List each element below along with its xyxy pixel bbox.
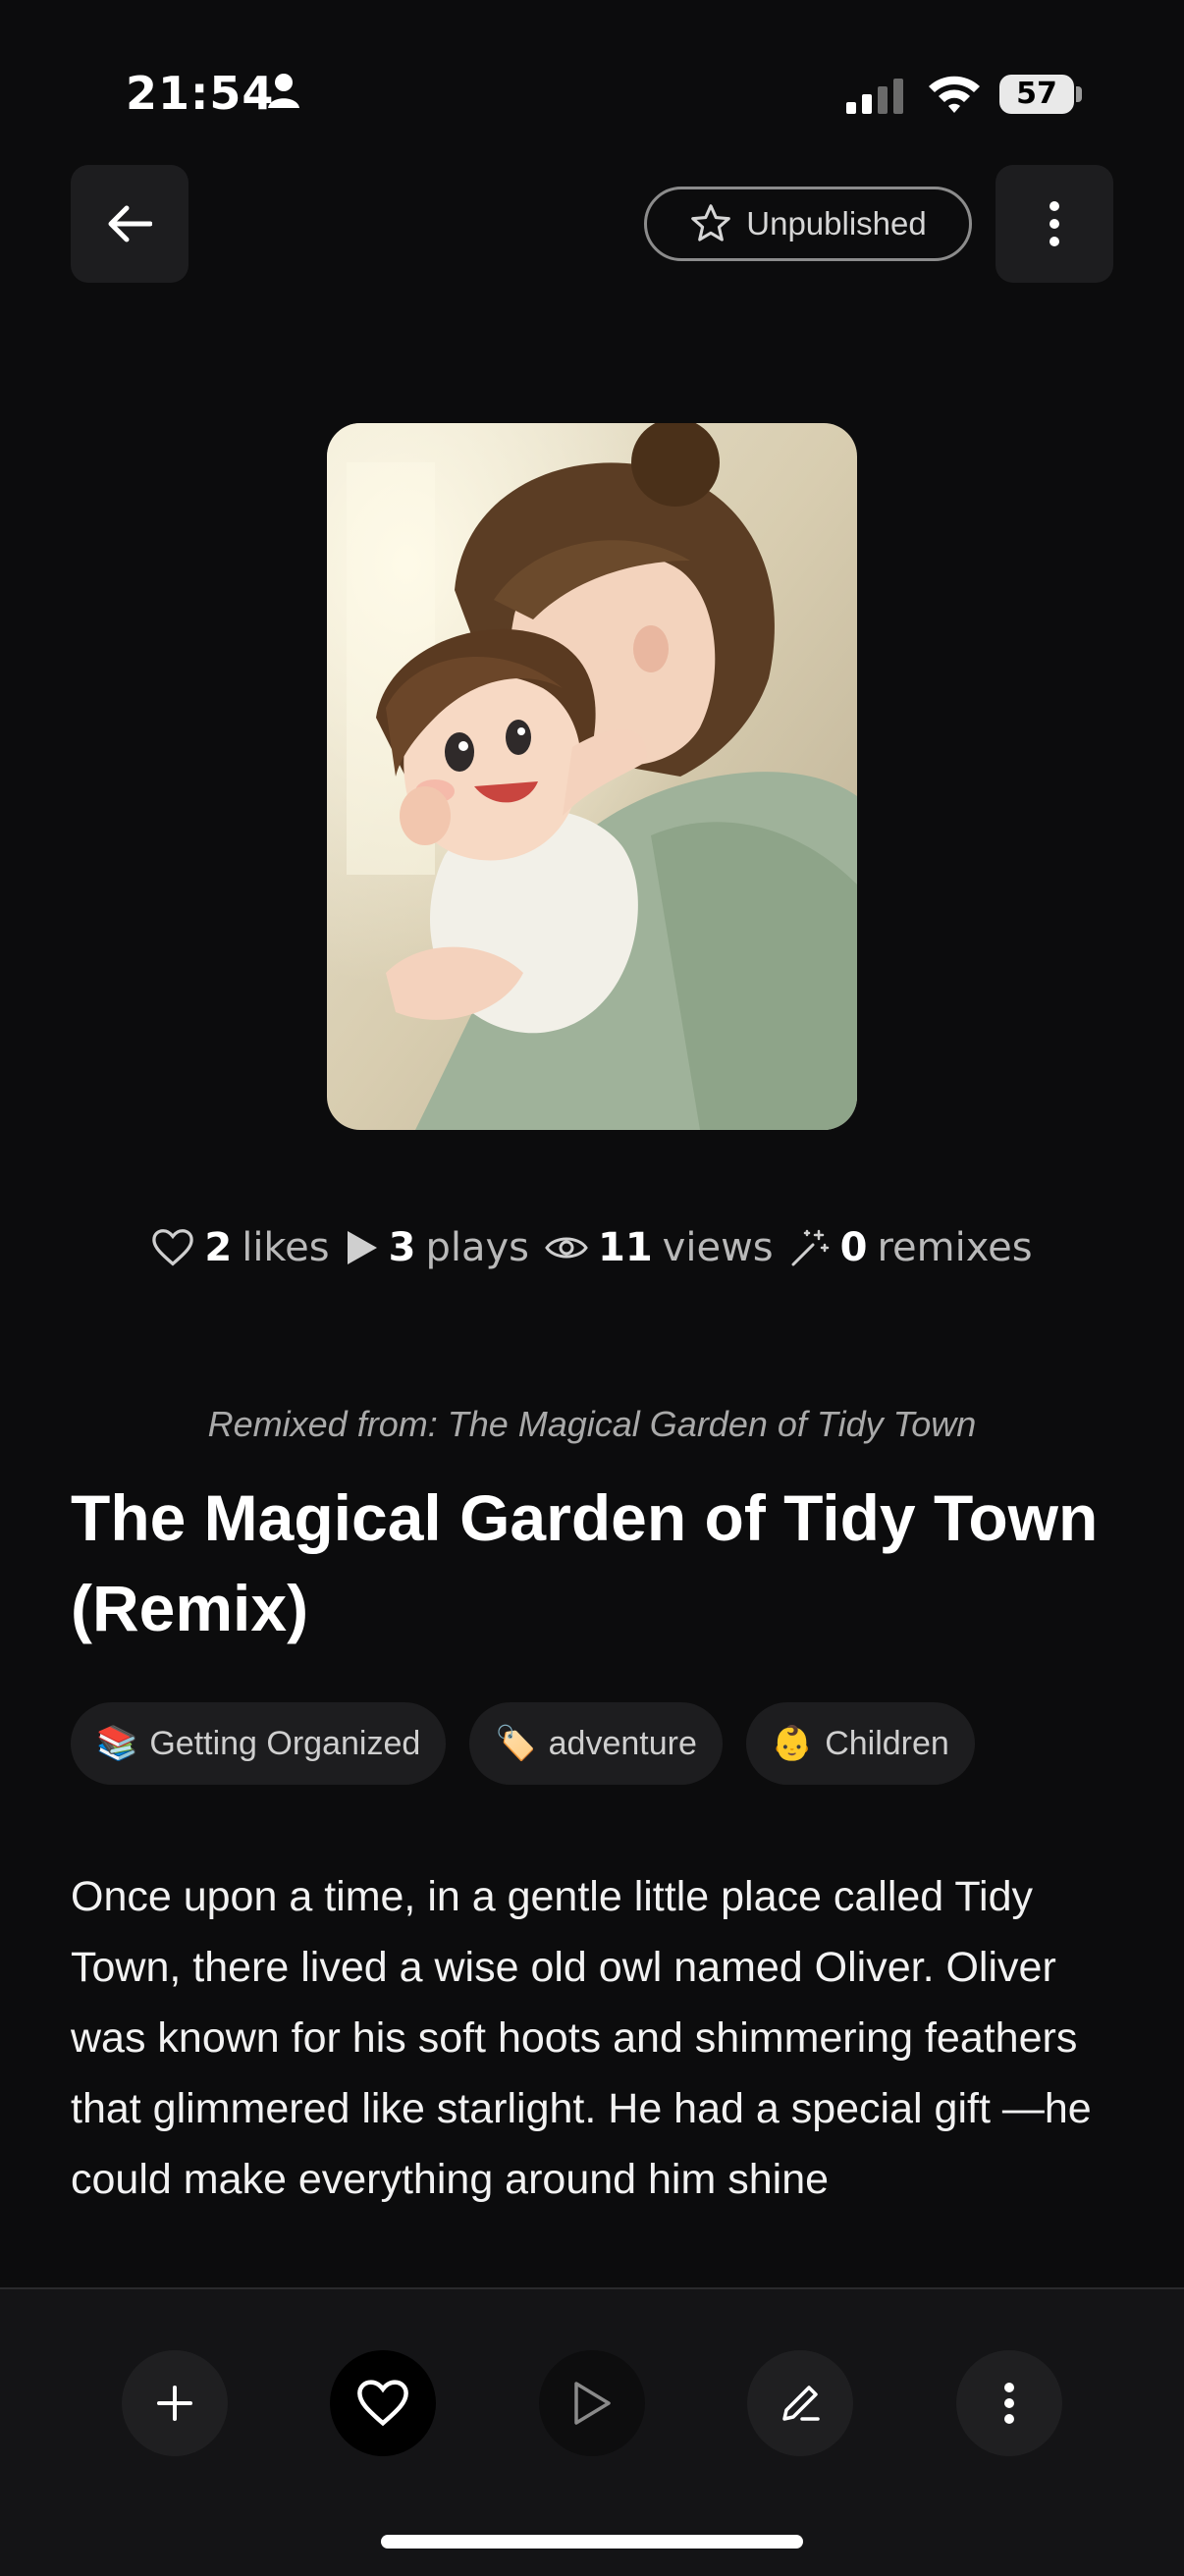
baby-icon: 👶 [771,1724,814,1763]
story-cover-image[interactable] [327,423,857,1130]
likes-label: likes [242,1225,330,1270]
tag-label: adventure [548,1724,697,1762]
tag-getting-organized[interactable]: 📚 Getting Organized [71,1702,447,1785]
publish-status-button[interactable]: Unpublished [644,187,972,261]
signal-icon [846,79,903,114]
remix-source-link[interactable]: Remixed from: The Magical Garden of Tidy… [0,1404,1184,1445]
battery-indicator: 57 [999,75,1074,114]
remixes-label: remixes [877,1225,1033,1270]
arrow-left-icon [108,205,152,242]
more-options-button[interactable] [996,165,1113,283]
likes-count: 2 [204,1225,233,1270]
heart-icon [152,1229,194,1266]
play-button[interactable] [539,2350,645,2456]
battery-tip [1076,86,1082,102]
remixes-stat: 0 remixes [789,1225,1033,1270]
tag-label: Getting Organized [149,1724,421,1762]
play-icon [347,1231,377,1264]
like-button[interactable] [330,2350,436,2456]
tag-adventure[interactable]: 🏷️ adventure [469,1702,723,1785]
story-title: The Magical Garden of Tidy Town (Remix) [71,1481,1099,1644]
plays-count: 3 [388,1225,416,1270]
tag-children[interactable]: 👶 Children [745,1702,975,1785]
label-tag-icon: 🏷️ [495,1724,537,1763]
pencil-icon [782,2386,820,2421]
more-actions-button[interactable] [956,2350,1062,2456]
vertical-dots-icon [1049,201,1059,246]
story-stats: 2 likes 3 plays 11 views 0 remixes [0,1225,1184,1270]
status-time: 21:54 [126,67,275,120]
plus-icon [157,2386,192,2421]
story-text: Once upon a time, in a gentle little pla… [71,1873,1092,2203]
cover-illustration [327,423,857,1130]
add-button[interactable] [122,2350,228,2456]
heart-icon [357,2380,408,2427]
plays-stat: 3 plays [346,1225,529,1270]
plays-label: plays [425,1225,529,1270]
wifi-icon [929,76,980,113]
books-icon: 📚 [96,1724,138,1763]
tag-label: Children [825,1724,949,1762]
views-stat: 11 views [545,1225,774,1270]
eye-icon [545,1237,588,1259]
sparkle-wand-icon [791,1229,829,1266]
tag-list: 📚 Getting Organized 🏷️ adventure 👶 Child… [71,1702,975,1785]
publish-status-label: Unpublished [746,205,927,242]
likes-stat: 2 likes [151,1225,330,1270]
views-label: views [662,1225,774,1270]
views-count: 11 [598,1225,653,1270]
edit-button[interactable] [747,2350,853,2456]
vertical-dots-icon [1004,2383,1014,2424]
back-button[interactable] [71,165,188,283]
play-icon [574,2382,611,2425]
person-icon [268,74,299,108]
remixes-count: 0 [839,1225,868,1270]
home-indicator[interactable] [381,2535,803,2549]
star-icon [691,204,731,242]
